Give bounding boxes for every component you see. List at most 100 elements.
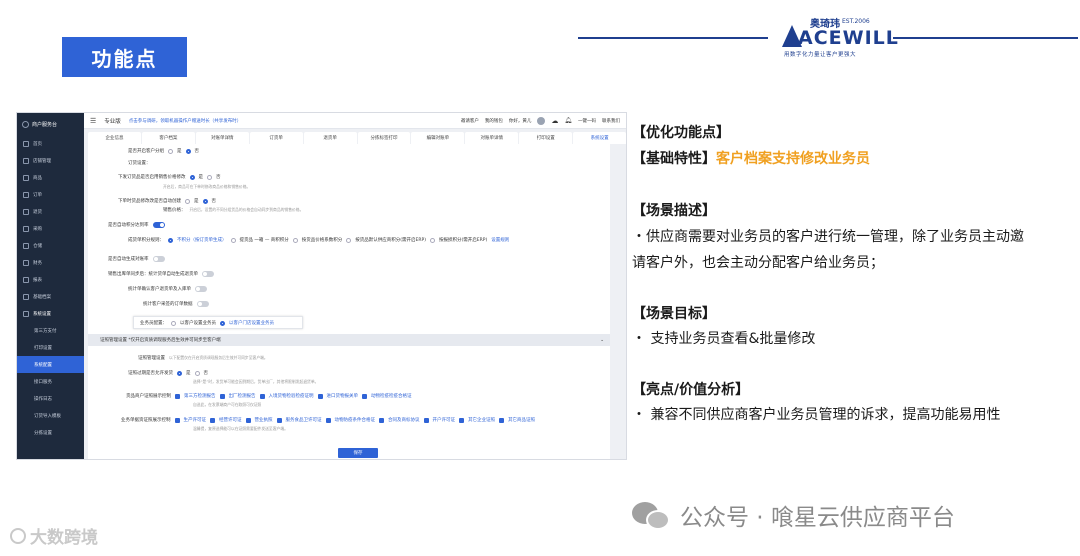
points-option-4-radio[interactable] xyxy=(430,237,435,243)
avatar[interactable] xyxy=(537,116,546,125)
acewill-logo: 奥琦玮 EST.2006 ACEWILL 用数字化力量让客户更强大 xyxy=(782,12,898,58)
business-cert-8-checkbox[interactable] xyxy=(499,417,504,423)
confirm-order-label: 统计客户采签的订单数据 xyxy=(143,302,193,307)
sidebar-subitem[interactable]: 操作日志 xyxy=(17,390,84,407)
confirm-receipt-toggle[interactable] xyxy=(195,286,207,292)
sidebar-subitem[interactable]: 系统配置 xyxy=(17,356,84,373)
supplier-section-bar[interactable]: 证照管理设置 *仅开启资质调现服务后生效并可同步至客户端 ⌄ xyxy=(88,334,610,346)
menu-icon[interactable]: ☰ xyxy=(90,117,96,125)
tab[interactable]: 企业信息 xyxy=(88,132,141,144)
confirm-receipt-label: 统计单确认客户退货单及入库单 xyxy=(128,287,191,292)
auto-points-toggle[interactable] xyxy=(152,222,165,228)
business-cert-7-checkbox[interactable] xyxy=(459,417,464,423)
tab[interactable]: 编辑对账单 xyxy=(411,132,465,144)
business-cert-0-checkbox[interactable] xyxy=(174,417,180,423)
points-option-2-radio[interactable] xyxy=(292,237,298,243)
sidebar-item[interactable]: 退货 xyxy=(17,203,84,220)
tab[interactable]: 退货单 xyxy=(303,132,357,144)
sales-price-hint: 开启后，设置的不同分组货品的价格会自动同步到商品的销售价格。 xyxy=(189,207,304,212)
goods-cert-4-checkbox[interactable] xyxy=(362,393,367,399)
tab[interactable]: 订货单 xyxy=(249,132,303,144)
tab[interactable]: 打印设置 xyxy=(519,132,573,144)
radio-yes[interactable] xyxy=(168,148,173,154)
cert-expire-no[interactable] xyxy=(194,370,200,376)
menu-item-icon xyxy=(23,276,29,283)
points-option-1-radio[interactable] xyxy=(230,237,236,243)
cert-expire-hint: 选择“是”时，发货单可能会因到期后，货单出厂，其他将限制发起退货单。 xyxy=(193,379,319,384)
sidebar-item[interactable]: 基础档案 xyxy=(17,288,84,305)
scene-goal-title: 【场景目标】 xyxy=(632,306,716,322)
points-option-2: 按货品价格系数积分 xyxy=(301,238,343,243)
points-rule-link[interactable]: 设置规则 xyxy=(491,237,509,243)
tab[interactable]: 系统设置 xyxy=(573,132,626,144)
price-modify-yes[interactable] xyxy=(189,174,195,180)
business-cert-5-checkbox[interactable] xyxy=(379,417,384,423)
sidebar-subitem[interactable]: 订货导入模板 xyxy=(17,407,84,424)
sku-modify-no[interactable] xyxy=(202,198,208,204)
menu-item-icon xyxy=(23,174,29,181)
greeting: 你好，黄儿 xyxy=(508,118,532,124)
cloud-icon[interactable]: ☁ xyxy=(551,117,558,125)
contact-link[interactable]: 联系我们 xyxy=(602,118,620,124)
goods-cert-3-checkbox[interactable] xyxy=(317,393,323,399)
points-rule-label: 成货单积分规则： xyxy=(128,238,164,243)
tab[interactable]: 对账单详情 xyxy=(195,132,249,144)
wallet-link[interactable]: 我的钱包 xyxy=(485,118,503,124)
business-cert-3-checkbox[interactable] xyxy=(276,417,282,423)
goods-cert-1-checkbox[interactable] xyxy=(219,393,225,399)
invite-link[interactable]: 邀请客户 xyxy=(461,118,479,124)
menu-item-icon xyxy=(23,140,29,147)
business-cert-4-checkbox[interactable] xyxy=(325,417,331,423)
auto-gen-toggle[interactable] xyxy=(152,256,165,262)
goods-cert-0-checkbox[interactable] xyxy=(175,393,180,399)
tab[interactable]: 分拣标签打印 xyxy=(357,132,411,144)
business-cert-0: 生产许可证 xyxy=(183,418,207,423)
app-topbar: ☰ 专业版 点击参与调研，领取机器操作户赠送时长（共享发布时） 邀请客户 我的钱… xyxy=(84,113,626,129)
sales-receipt-toggle[interactable] xyxy=(202,271,214,277)
sidebar-item[interactable]: 报表 xyxy=(17,271,84,288)
sidebar-item[interactable]: 仓储 xyxy=(17,237,84,254)
sidebar-subitem[interactable]: 接口服务 xyxy=(17,373,84,390)
goods-cert-3: 进口货物报关单 xyxy=(326,394,359,399)
sidebar-subitem[interactable]: 第三方支付 xyxy=(17,322,84,339)
business-cert-1-checkbox[interactable] xyxy=(210,417,215,423)
tab[interactable]: 客户档案 xyxy=(141,132,195,144)
goods-cert-1: 出厂检测报告 xyxy=(228,394,256,399)
sidebar-subitem[interactable]: 打印设置 xyxy=(17,339,84,356)
goods-cert-2: 入境货物检验检疫证明 xyxy=(268,394,314,399)
goods-cert-0: 第三方检测报告 xyxy=(184,394,216,399)
sidebar-item[interactable]: 采购 xyxy=(17,220,84,237)
sku-modify-yes-label: 是 xyxy=(194,199,199,204)
points-option-3-radio[interactable] xyxy=(346,237,352,243)
price-modify-no[interactable] xyxy=(207,174,212,180)
confirm-order-toggle[interactable] xyxy=(196,301,209,307)
points-option-3: 按货品默认供应商积分(需开启ERP) xyxy=(355,238,426,243)
radio-no[interactable] xyxy=(185,148,191,154)
qrcode-link[interactable]: 一键一码 xyxy=(578,118,596,124)
sidebar-subitem-label: 操作日志 xyxy=(34,396,52,402)
salesman-option-1-radio[interactable] xyxy=(220,320,225,326)
business-cert-6-checkbox[interactable] xyxy=(423,417,429,423)
save-button[interactable]: 保存 xyxy=(338,448,378,458)
topbar-right: 邀请客户 我的钱包 你好，黄儿 ☁ 🔔︎ 一键一码 联系我们 xyxy=(461,116,620,125)
salesman-option-0-radio[interactable] xyxy=(171,320,176,326)
sidebar-item[interactable]: 财务 xyxy=(17,254,84,271)
bell-icon[interactable]: 🔔︎ xyxy=(564,117,572,124)
sidebar-subitem[interactable]: 分拣设置 xyxy=(17,424,84,441)
tab[interactable]: 对账单详情 xyxy=(465,132,519,144)
sidebar-item[interactable]: 商品 xyxy=(17,169,84,186)
chevron-down-icon[interactable]: ⌄ xyxy=(600,338,604,343)
goods-cert-2-checkbox[interactable] xyxy=(259,393,265,399)
sidebar-item[interactable]: 订单 xyxy=(17,186,84,203)
notice-link[interactable]: 点击参与调研，领取机器操作户赠送时长（共享发布时） xyxy=(129,118,242,124)
sidebar-item[interactable]: 店铺管理 xyxy=(17,152,84,169)
sidebar-item[interactable]: 首页 xyxy=(17,135,84,152)
points-option-0-radio[interactable] xyxy=(168,237,173,243)
sku-modify-yes[interactable] xyxy=(185,198,190,204)
business-cert-2-checkbox[interactable] xyxy=(245,417,251,423)
scene-desc-line1: ・供应商需要对业务员的客户进行统一管理，除了业务员主动邀 xyxy=(632,229,1024,245)
menu-item-icon xyxy=(23,310,29,317)
sidebar-item[interactable]: 系统设置 xyxy=(17,305,84,322)
cert-expire-no-label: 否 xyxy=(203,371,209,376)
cert-expire-yes[interactable] xyxy=(177,370,182,376)
